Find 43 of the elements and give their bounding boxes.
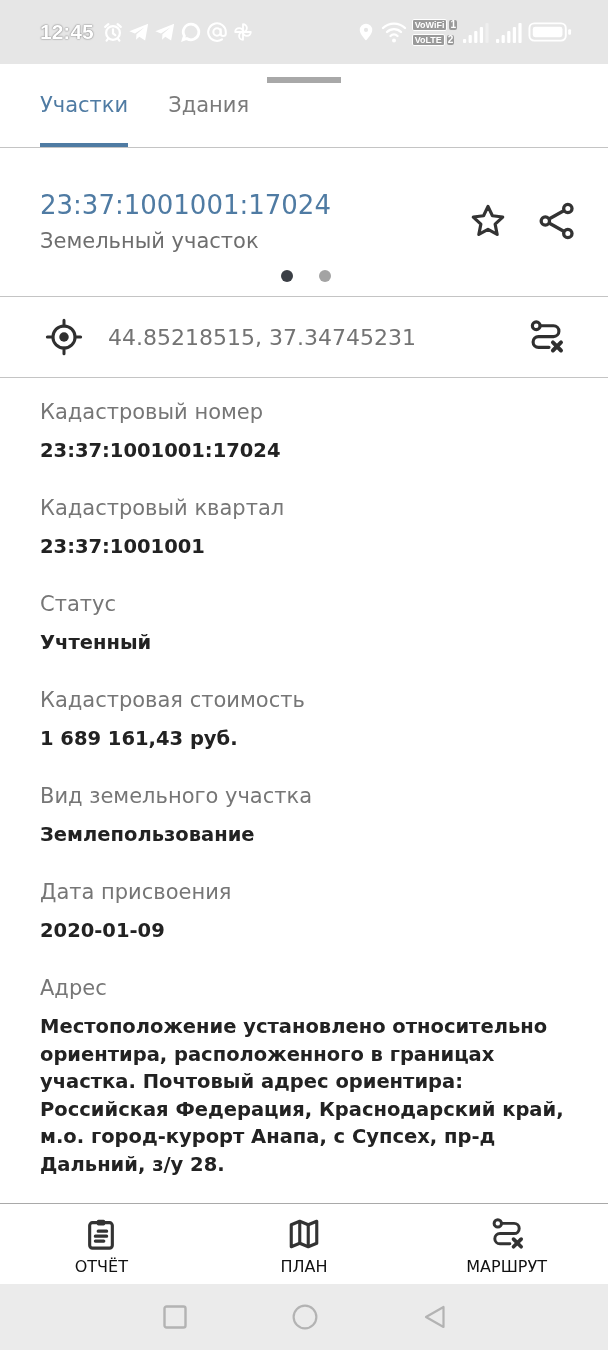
parcel-number-title: 23:37:1001001:17024: [40, 189, 332, 222]
field-label: Кадастровый номер: [40, 399, 265, 426]
field-value: Местоположение установлено относительно ориентира, расположенного в границах участка. Почтовый адрес ориентира: Российская Федерация, Краснодарский край, м.о. город-курорт Анапа, с Супсех, пр-д Дальний, з/у 28.: [40, 1014, 565, 1178]
signal-icon: [462, 20, 490, 44]
coordinates-text: 44.85218515, 37.34745231: [108, 324, 417, 350]
paper-plane-icon: [127, 21, 150, 43]
field-value: Землепользование: [40, 822, 256, 848]
wifi-icon: [380, 20, 407, 44]
field-label: Кадастровый квартал: [40, 495, 286, 522]
clock-time: 12:45: [40, 20, 94, 44]
action-button[interactable]: ОТЧЁТ: [0, 1204, 203, 1284]
field-label: Дата присвоения: [40, 879, 233, 906]
signal-icon: [495, 20, 523, 44]
network-badge: VoWiFi: [411, 18, 448, 31]
crosshair-icon[interactable]: [45, 318, 83, 356]
field-value: Учтенный: [40, 630, 153, 656]
field-value: 2020-01-09: [40, 918, 166, 944]
network-badge: VoLTE: [411, 33, 445, 46]
action-button[interactable]: ПЛАН: [202, 1204, 406, 1284]
chat-bubble-icon: [179, 21, 202, 43]
sim-slot-number: 2: [446, 34, 455, 45]
field-label: Вид земельного участка: [40, 783, 314, 810]
paper-plane-icon: [153, 21, 176, 43]
folded-map-icon: [287, 1217, 321, 1251]
field-value: 23:37:1001001: [40, 534, 206, 560]
share-icon[interactable]: [537, 200, 577, 241]
field-label: Статус: [40, 591, 117, 618]
field-label: Адрес: [40, 975, 108, 1002]
alarm-clock-icon: [101, 21, 124, 43]
drag-handle[interactable]: [267, 77, 341, 83]
page-indicator-dot[interactable]: [281, 270, 293, 282]
at-sign-icon: [205, 21, 228, 43]
pinwheel-icon: [231, 21, 254, 43]
field-value: 23:37:1001001:17024: [40, 438, 282, 464]
field-value: 1 689 161,43 руб.: [40, 726, 239, 752]
action-button[interactable]: МАРШРУТ: [405, 1204, 608, 1284]
page-indicator-dot[interactable]: [319, 270, 331, 282]
parcel-type-subtitle: Земельный участок: [40, 228, 260, 255]
field-label: Кадастровая стоимость: [40, 687, 306, 714]
tab[interactable]: Здания: [168, 83, 250, 147]
sim-slot-number: 1: [449, 19, 457, 30]
battery-icon: [528, 20, 572, 44]
route-icon[interactable]: [528, 319, 564, 355]
